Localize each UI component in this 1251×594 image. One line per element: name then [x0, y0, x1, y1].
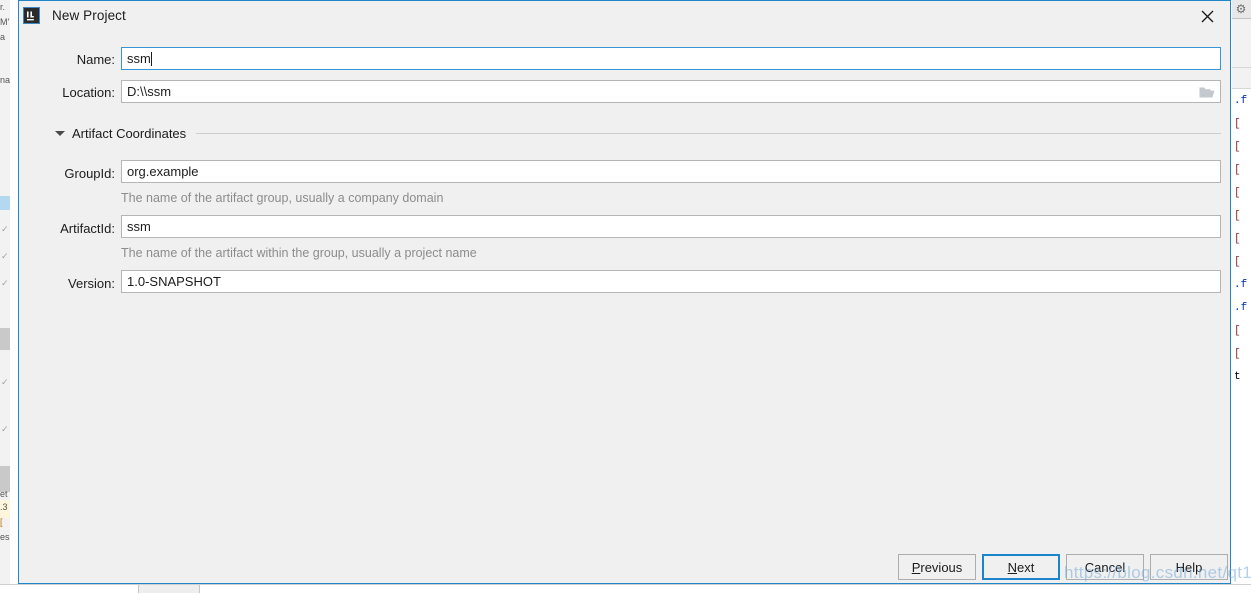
ide-right-panel-b	[1232, 68, 1251, 89]
previous-button[interactable]: Previous	[898, 554, 976, 580]
folder-icon[interactable]	[1197, 84, 1217, 101]
location-input-value: D:\\ssm	[127, 84, 172, 99]
ide-left-gutter-text-3: et	[0, 489, 8, 499]
name-label: Name:	[76, 52, 115, 67]
ide-left-gutter-strip: r. M' a na ✓ ✓ ✓ ✓ ✓ .3 [ es et	[0, 0, 10, 593]
chevron-down-icon[interactable]	[55, 131, 65, 136]
next-button-mnemonic: N	[1007, 559, 1018, 575]
artifactid-input[interactable]: ssm	[121, 215, 1221, 238]
groupid-hint: The name of the artifact group, usually …	[121, 191, 444, 205]
next-button[interactable]: Next	[982, 554, 1060, 580]
section-divider	[196, 133, 1221, 134]
artifactid-hint: The name of the artifact within the grou…	[121, 246, 477, 260]
ide-right-editor-pane: .f [ [ [ [ [ [ [ .f .f [ [ t	[1232, 0, 1251, 593]
previous-button-label: revious	[920, 559, 963, 575]
groupid-input[interactable]: org.example	[121, 160, 1221, 183]
artifactid-label: ArtifactId:	[60, 221, 115, 236]
ide-right-panel-a	[1232, 19, 1251, 68]
close-icon[interactable]	[1185, 1, 1230, 31]
groupid-input-value: org.example	[127, 164, 199, 179]
dialog-body: Name: ssm Location: D:\\ssm Artifact Coo…	[19, 32, 1230, 583]
name-input[interactable]: ssm	[121, 47, 1221, 70]
ide-check-icon-2: ✓	[1, 251, 9, 261]
text-caret	[150, 52, 152, 66]
ide-right-code-text: .f [ [ [ [ [ [ [ .f .f [ [ t	[1234, 95, 1248, 383]
artifact-coordinates-section-header[interactable]: Artifact Coordinates	[55, 126, 1221, 141]
version-input[interactable]: 1.0-SNAPSHOT	[121, 270, 1221, 293]
help-button[interactable]: Help	[1150, 554, 1228, 580]
location-label: Location:	[62, 85, 115, 100]
version-input-value: 1.0-SNAPSHOT	[127, 274, 221, 289]
intellij-idea-icon	[23, 7, 40, 24]
artifactid-input-value: ssm	[127, 219, 151, 234]
dialog-titlebar: New Project	[19, 1, 1230, 32]
groupid-label: GroupId:	[64, 166, 115, 181]
ide-bottom-tab[interactable]	[138, 585, 200, 593]
ide-check-icon-1: ✓	[1, 224, 9, 234]
new-project-dialog: New Project Name: ssm Location: D:\\ssm	[18, 0, 1231, 584]
cancel-button[interactable]: Cancel	[1066, 554, 1144, 580]
ide-check-icon-3: ✓	[1, 278, 9, 288]
location-input[interactable]: D:\\ssm	[121, 80, 1221, 103]
artifact-coordinates-title: Artifact Coordinates	[72, 126, 187, 141]
dialog-button-row: Previous Next Cancel Help	[898, 554, 1228, 580]
name-input-value: ssm	[127, 51, 151, 66]
ide-check-icon-5: ✓	[1, 424, 9, 434]
next-button-label: ext	[1017, 559, 1035, 575]
version-label: Version:	[68, 276, 115, 291]
dialog-title: New Project	[52, 8, 126, 23]
screen: r. M' a na ✓ ✓ ✓ ✓ ✓ .3 [ es et .f [[[…	[0, 0, 1251, 594]
ide-check-icon-4: ✓	[1, 377, 9, 387]
gear-icon[interactable]: ⚙	[1234, 2, 1248, 16]
